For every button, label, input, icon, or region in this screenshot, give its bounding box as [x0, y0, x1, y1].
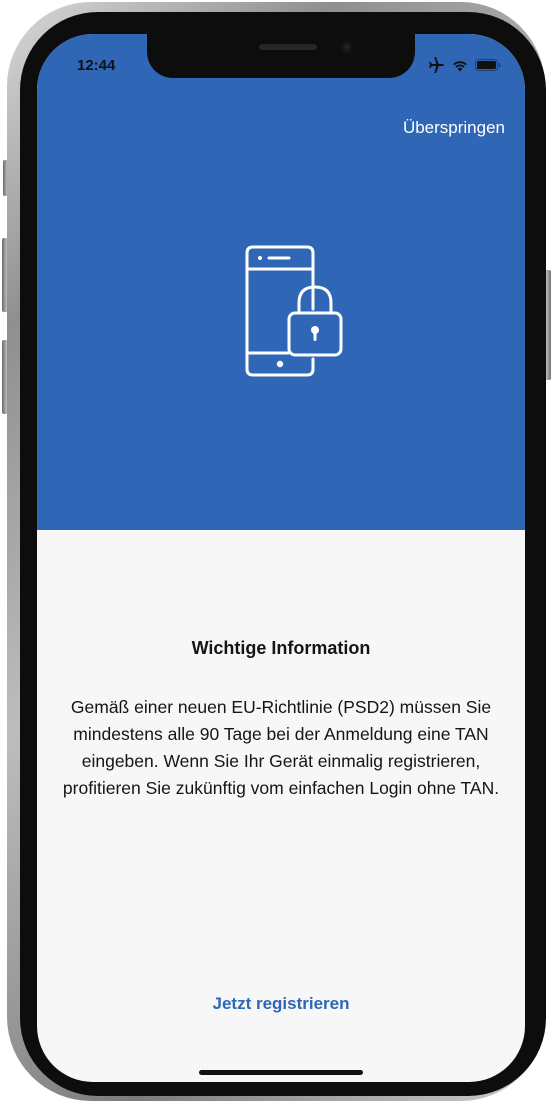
app-screen: 12:44 Überspringen Wichtige Information …: [37, 34, 525, 1082]
home-indicator[interactable]: [199, 1070, 363, 1075]
phone-lock-icon: [233, 243, 353, 383]
earpiece-speaker: [259, 44, 317, 50]
airplane-icon: [427, 57, 445, 73]
skip-button[interactable]: Überspringen: [403, 118, 505, 138]
header-banner: 12:44 Überspringen: [37, 34, 525, 530]
status-icons: [427, 56, 501, 74]
status-time: 12:44: [77, 57, 116, 74]
device-notch: [147, 34, 415, 78]
register-button[interactable]: Jetzt registrieren: [37, 994, 525, 1014]
info-body-text: Gemäß einer neuen EU-Richtlinie (PSD2) m…: [62, 697, 500, 798]
info-title: Wichtige Information: [191, 638, 371, 658]
battery-icon: [475, 59, 501, 71]
wifi-icon: [451, 58, 469, 72]
front-camera: [341, 41, 353, 53]
device-mockup: 12:44 Überspringen Wichtige Information …: [0, 0, 552, 1103]
